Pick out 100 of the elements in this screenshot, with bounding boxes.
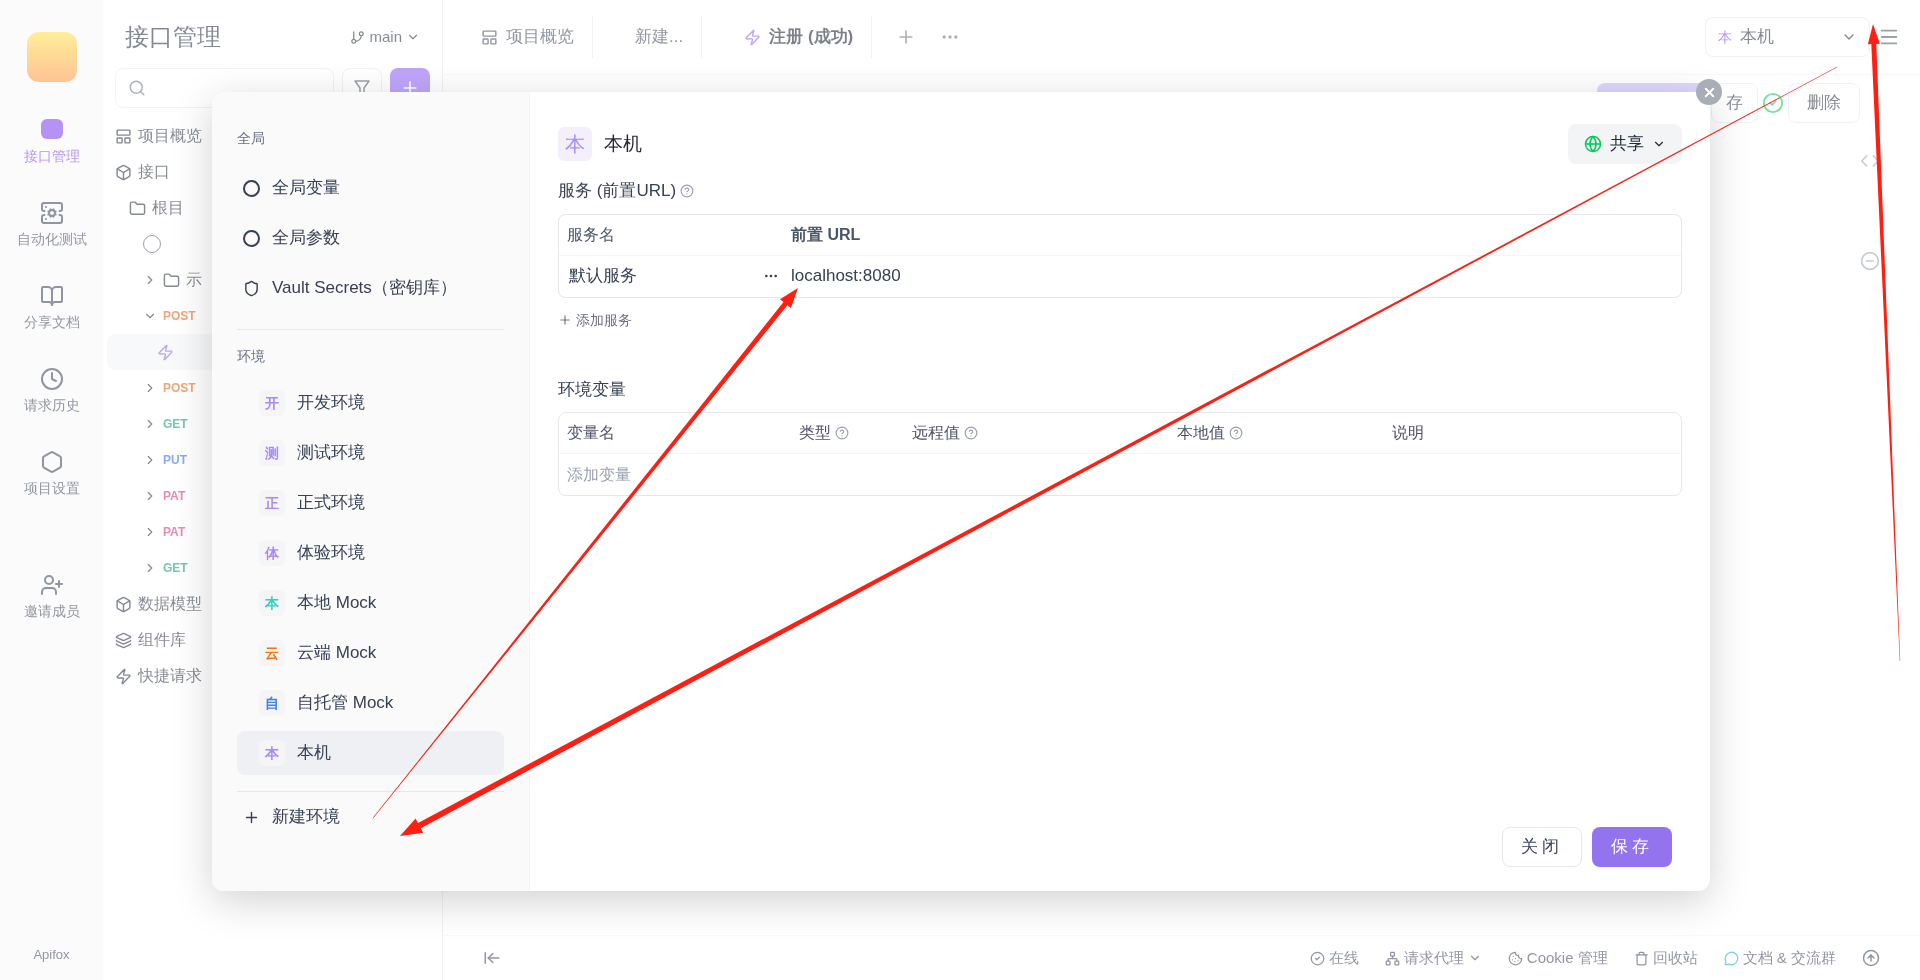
help-icon[interactable] (964, 426, 978, 440)
bolt-icon (115, 667, 132, 685)
environment-name: 本机 (297, 742, 331, 765)
method-label: GET (163, 416, 188, 433)
folder-icon (129, 199, 146, 217)
environment-name: 测试环境 (297, 442, 365, 465)
environment-item[interactable]: 本 本地 Mock (237, 581, 504, 625)
status-label: 在线 (1328, 947, 1359, 968)
menu-item[interactable]: Vault Secrets（密钥库） (237, 263, 504, 313)
cookie-icon (1507, 950, 1523, 966)
user-plus-icon (39, 573, 64, 597)
environment-badge: 云 (259, 640, 285, 666)
section-label: 全局 (237, 129, 266, 148)
check-icon (1309, 950, 1325, 966)
environment-badge: 本 (259, 740, 285, 766)
rail-item[interactable]: 分享文档 (23, 284, 80, 333)
rail-item[interactable]: 接口管理 (23, 116, 80, 167)
panel-icon (481, 28, 498, 46)
column-header: 类型 (799, 423, 831, 443)
help-icon[interactable] (835, 426, 849, 440)
tree-item[interactable]: 根目 (152, 196, 184, 220)
section-label: 环境 (237, 347, 266, 366)
environment-name: 本地 Mock (297, 592, 377, 615)
collapse-icon[interactable] (483, 949, 501, 967)
rail-item[interactable]: 请求历史 (23, 367, 80, 416)
column-header: 服务名 (566, 224, 616, 245)
environment-item[interactable]: 体 体验环境 (237, 531, 504, 575)
help-icon[interactable] (680, 183, 695, 198)
environment-name: 本机 (1740, 26, 1774, 49)
tree-item[interactable]: 组件库 (138, 628, 186, 652)
plus-icon (558, 313, 572, 327)
remove-icon[interactable] (1860, 251, 1880, 271)
menu-label: Vault Secrets（密钥库） (272, 277, 457, 300)
trash-icon (1633, 950, 1649, 966)
status-bar-item[interactable]: 文档 & 交流群 (1723, 946, 1836, 970)
close-button[interactable]: 关闭 (1502, 827, 1582, 867)
menu-item[interactable]: 全局变量 (237, 163, 504, 213)
case-icon (744, 28, 762, 46)
network-icon (1384, 950, 1400, 966)
environment-item[interactable]: 云 云端 Mock (237, 631, 504, 675)
column-header: 前置 URL (791, 224, 861, 245)
branch-selector[interactable]: main (350, 25, 420, 49)
menu-label: 全局参数 (272, 227, 340, 250)
tree-item[interactable]: 接口 (138, 160, 170, 184)
status-bar-item[interactable]: 请求代理 (1384, 946, 1482, 970)
delete-button[interactable]: 删除 (1788, 83, 1860, 123)
upload-icon[interactable] (1862, 949, 1880, 967)
menu-item[interactable]: 全局参数 (237, 213, 504, 263)
rail-item[interactable]: 自动化测试 (16, 201, 87, 250)
environment-badge: 本 (259, 590, 285, 616)
case-icon (157, 343, 174, 361)
add-service-link[interactable]: 添加服务 (558, 309, 632, 331)
tree-item[interactable]: 示 (186, 268, 202, 292)
rail-item[interactable]: 邀请成员 (23, 573, 80, 622)
table-cell-text: 默认服务 (568, 265, 638, 288)
status-label: 回收站 (1652, 947, 1698, 968)
tree-item[interactable]: 项目概览 (138, 124, 202, 148)
method-label: PAT (163, 488, 186, 505)
rail-item[interactable]: 项目设置 (23, 450, 80, 499)
method-label: POST (163, 308, 196, 325)
check-icon[interactable] (1762, 92, 1784, 114)
environment-item[interactable]: 正 正式环境 (237, 481, 504, 525)
environment-item[interactable]: 本 本机 (237, 731, 504, 775)
status-label: 请求代理 (1403, 947, 1464, 968)
environment-item[interactable]: 自 自托管 Mock (237, 681, 504, 725)
environment-name: 自托管 Mock (297, 692, 394, 715)
environment-name: 开发环境 (297, 392, 365, 415)
status-bar-item[interactable]: 回收站 (1633, 946, 1698, 970)
search-icon (128, 79, 146, 97)
share-button[interactable]: 共享 (1568, 124, 1682, 164)
status-bar-item[interactable]: 在线 (1309, 946, 1359, 970)
environment-item[interactable]: 测 测试环境 (237, 431, 504, 475)
tab[interactable]: 注册 (成功) (726, 16, 873, 58)
environment-badge: 自 (259, 690, 285, 716)
help-icon[interactable] (1229, 426, 1243, 440)
status-bar-item[interactable]: Cookie 管理 (1507, 946, 1608, 970)
menu-label: 全局变量 (272, 177, 340, 200)
environment-initial: 本 (1718, 27, 1732, 47)
save-button[interactable]: 保存 (1592, 827, 1672, 867)
table-cell[interactable]: localhost:8080 (791, 263, 901, 289)
brand-label: Apifox (33, 945, 70, 964)
status-label: Cookie 管理 (1526, 947, 1608, 968)
column-header: 远程值 (912, 423, 960, 443)
tab[interactable]: 新建... (617, 16, 703, 58)
environment-select[interactable]: 本 本机 (1705, 17, 1870, 57)
environment-badge: 开 (259, 390, 285, 416)
globe-icon (1584, 135, 1602, 153)
environment-name: 正式环境 (297, 492, 365, 515)
cube-icon (115, 595, 132, 613)
tree-item[interactable]: 快捷请求 (138, 664, 202, 688)
branch-icon (350, 29, 366, 45)
chat-icon (1723, 950, 1739, 966)
column-header: 本地值 (1177, 423, 1225, 443)
tab[interactable]: 项目概览 (463, 16, 593, 58)
environment-item[interactable]: 开 开发环境 (237, 381, 504, 425)
method-label: POST (163, 380, 196, 397)
close-icon[interactable] (1696, 79, 1722, 105)
settings-icon (39, 450, 64, 474)
variable-name-input[interactable]: 添加变量 (567, 462, 867, 487)
tree-item[interactable]: 数据模型 (138, 592, 202, 616)
